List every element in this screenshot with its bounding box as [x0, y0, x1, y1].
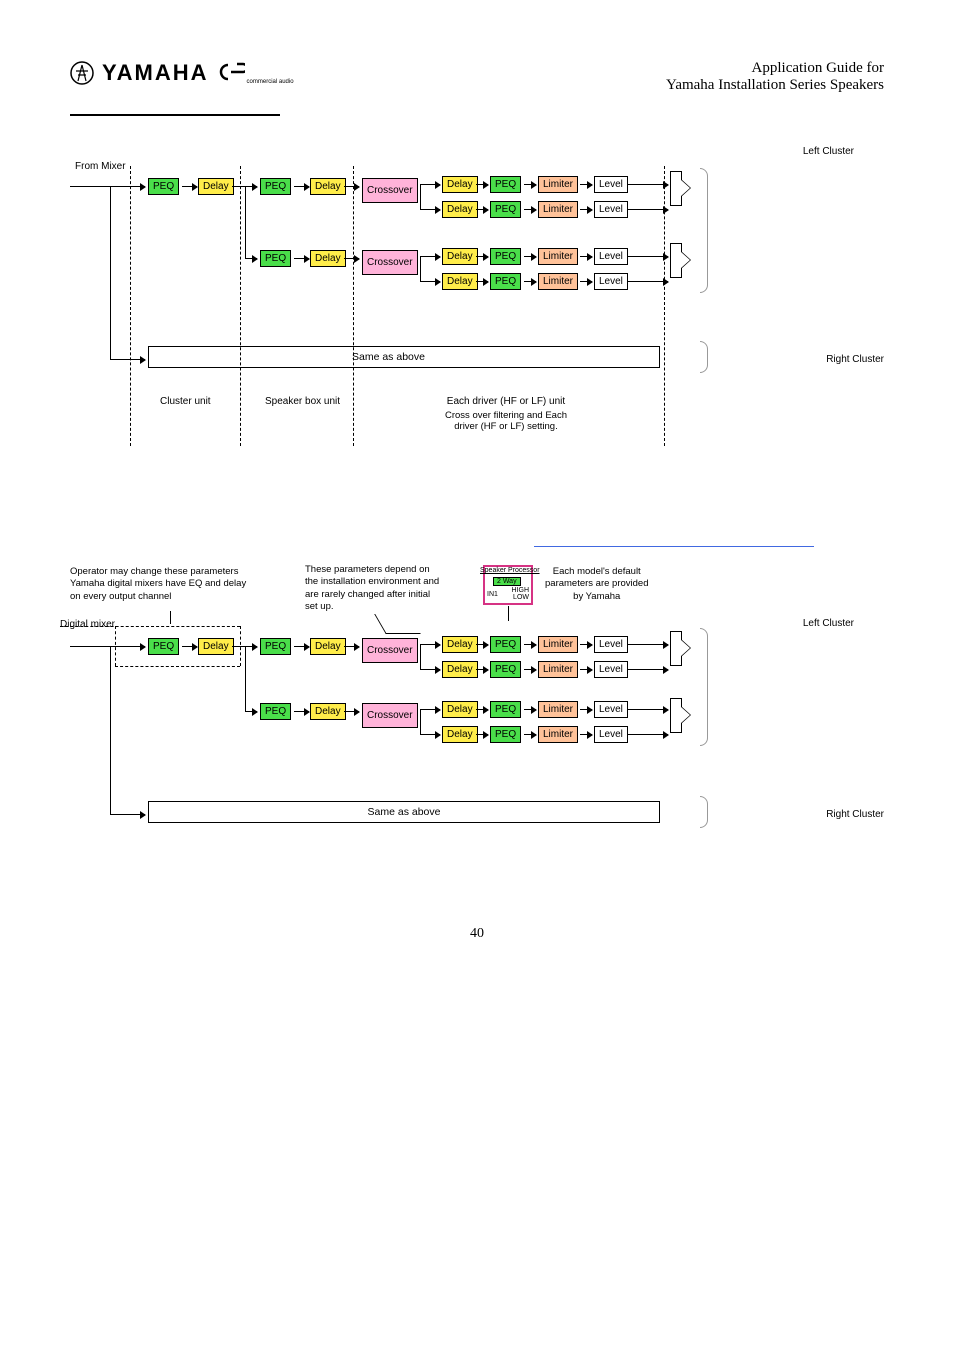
cluster-unit-label: Cluster unit — [160, 396, 211, 407]
annot-install: These parameters depend on the installat… — [305, 564, 470, 613]
speaker-icon — [670, 243, 692, 278]
level-block: Level — [594, 701, 628, 718]
peq-block: PEQ — [260, 638, 291, 655]
level-block: Level — [594, 176, 628, 193]
limiter-block: Limiter — [538, 661, 578, 678]
delay-block: Delay — [442, 726, 478, 743]
diagram-1: From Mixer Left Cluster Right Cluster PE… — [70, 146, 884, 466]
delay-block: Delay — [442, 248, 478, 265]
level-block: Level — [594, 201, 628, 218]
logo-text: YAMAHA — [102, 60, 209, 86]
left-cluster-label: Left Cluster — [803, 146, 854, 157]
limiter-block: Limiter — [538, 176, 578, 193]
speaker-processor-icon: Speaker Processor 2 Way IN1 HIGH LOW — [483, 565, 533, 605]
crossover-block: Crossover — [362, 250, 418, 275]
logo-mark-icon — [70, 61, 94, 85]
speaker-icon — [670, 631, 692, 666]
level-block: Level — [594, 273, 628, 290]
limiter-block: Limiter — [538, 701, 578, 718]
level-block: Level — [594, 636, 628, 653]
limiter-block: Limiter — [538, 201, 578, 218]
peq-block: PEQ — [260, 178, 291, 195]
limiter-block: Limiter — [538, 248, 578, 265]
logo: YAMAHA commercial audio — [70, 60, 294, 86]
peq-block: PEQ — [490, 701, 521, 718]
delay-block: Delay — [198, 638, 234, 655]
page-number: 40 — [70, 926, 884, 942]
logo-co-icon — [217, 61, 245, 83]
speaker-icon — [670, 171, 692, 206]
digital-mixer-label: Digital mixer — [60, 619, 115, 630]
level-block: Level — [594, 726, 628, 743]
peq-block: PEQ — [490, 636, 521, 653]
right-cluster-label: Right Cluster — [826, 809, 884, 820]
peq-block: PEQ — [148, 638, 179, 655]
level-block: Level — [594, 248, 628, 265]
right-cluster-label: Right Cluster — [826, 354, 884, 365]
speaker-icon — [670, 698, 692, 733]
delay-block: Delay — [310, 703, 346, 720]
delay-block: Delay — [442, 273, 478, 290]
delay-block: Delay — [310, 250, 346, 267]
peq-block: PEQ — [260, 703, 291, 720]
peq-block: PEQ — [260, 250, 291, 267]
annot-operator: Operator may change these parameters Yam… — [70, 566, 295, 603]
delay-block: Delay — [310, 638, 346, 655]
from-mixer-label: From Mixer — [75, 161, 126, 172]
peq-block: PEQ — [490, 273, 521, 290]
left-cluster-label: Left Cluster — [803, 618, 854, 629]
crossover-block: Crossover — [362, 638, 418, 663]
limiter-block: Limiter — [538, 636, 578, 653]
header-title: Application Guide for Yamaha Installatio… — [666, 60, 884, 94]
peq-block: PEQ — [490, 176, 521, 193]
crossover-block: Crossover — [362, 703, 418, 728]
delay-block: Delay — [198, 178, 234, 195]
peq-block: PEQ — [490, 726, 521, 743]
same-as-above-box: Same as above — [148, 346, 660, 368]
limiter-block: Limiter — [538, 726, 578, 743]
section-underline — [70, 114, 280, 116]
peq-block: PEQ — [490, 248, 521, 265]
logo-ca-text: commercial audio — [247, 79, 294, 85]
limiter-block: Limiter — [538, 273, 578, 290]
delay-block: Delay — [442, 661, 478, 678]
crossover-block: Crossover — [362, 178, 418, 203]
blue-underline — [534, 546, 814, 547]
speaker-box-unit-label: Speaker box unit — [265, 396, 340, 407]
driver-unit-label: Each driver (HF or LF) unit Cross over f… — [445, 396, 567, 432]
peq-block: PEQ — [148, 178, 179, 195]
delay-block: Delay — [442, 201, 478, 218]
delay-block: Delay — [442, 701, 478, 718]
peq-block: PEQ — [490, 661, 521, 678]
annot-default: Each model's default parameters are prov… — [545, 566, 649, 603]
delay-block: Delay — [442, 636, 478, 653]
same-as-above-box: Same as above — [148, 801, 660, 823]
level-block: Level — [594, 661, 628, 678]
delay-block: Delay — [442, 176, 478, 193]
diagram-2: Operator may change these parameters Yam… — [70, 546, 884, 846]
peq-block: PEQ — [490, 201, 521, 218]
delay-block: Delay — [310, 178, 346, 195]
